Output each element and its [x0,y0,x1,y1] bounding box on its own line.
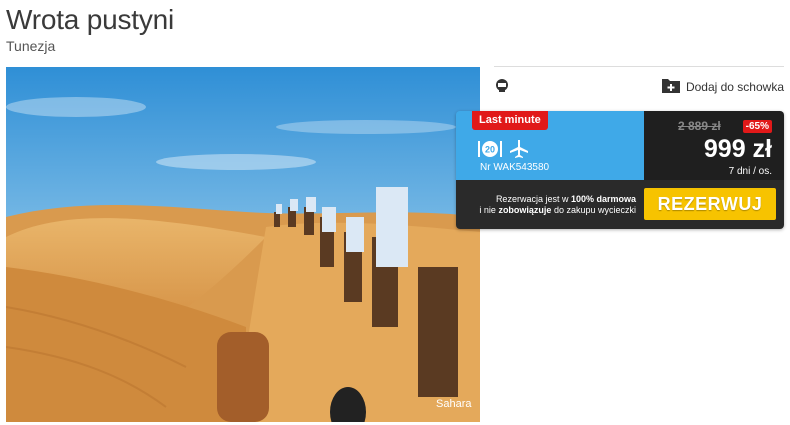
destination-country: Tunezja [6,38,56,54]
offer-code: Nr WAK543580 [480,162,550,173]
chat-icon[interactable] [494,78,510,94]
action-bar: Dodaj do schowka [494,66,784,105]
booking-info-text: Rezerwacja jest w 100% darmowa i nie zob… [479,194,636,215]
svg-text:20: 20 [485,145,495,155]
duration-per-person: 7 dni / os. [728,166,772,177]
old-price: 2 889 zł [678,119,721,133]
board-20-icon: 20 [478,139,502,159]
last-minute-badge: Last minute [472,111,548,130]
photo-caption: Sahara [436,398,472,410]
add-to-favorites-button[interactable]: Dodaj do schowka [661,77,784,96]
price-panel: 2 889 zł -65% 999 zł 7 dni / os. [644,111,784,180]
offer-card: Last minute 20 Nr WAK543580 2 889 zł -65… [456,111,784,229]
book-button[interactable]: REZERWUJ [644,188,776,220]
page-title: Wrota pustyni [6,4,175,35]
folder-plus-icon [661,77,680,96]
booking-bar: Rezerwacja jest w 100% darmowa i nie zob… [456,180,784,229]
plane-icon [509,139,529,159]
offer-info-panel: Last minute 20 Nr WAK543580 [456,111,644,180]
desert-camel-caravan-image: Sahara [6,67,480,422]
add-to-favorites-label: Dodaj do schowka [685,79,784,94]
discount-badge: -65% [742,120,772,133]
current-price: 999 zł [703,135,772,163]
tour-photo: Sahara [6,67,480,422]
